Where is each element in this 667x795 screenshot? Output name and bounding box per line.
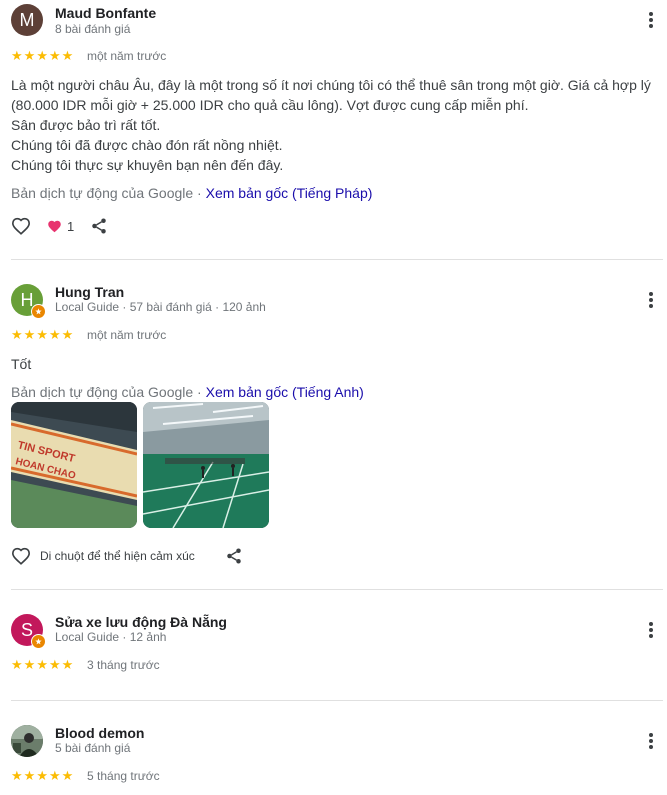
star-icon: ★ <box>36 327 48 342</box>
avatar[interactable]: H <box>11 284 46 319</box>
star-icon: ★ <box>61 327 74 342</box>
star-icon: ★ <box>48 327 61 342</box>
star-icon: ★ <box>48 48 61 63</box>
share-icon[interactable] <box>225 547 243 565</box>
review-text-line: Sân được bảo trì rất tốt. <box>11 117 161 133</box>
share-icon[interactable] <box>90 217 108 235</box>
star-rating: ★ ★ ★ ★ ★ <box>11 658 73 671</box>
more-options-button[interactable] <box>640 9 662 31</box>
review-photo-court[interactable] <box>143 402 269 528</box>
translation-note: Bản dịch tự động của Google · Xem bản gố… <box>11 384 364 400</box>
star-rating: ★ ★ ★ ★ ★ <box>11 328 73 341</box>
star-icon: ★ <box>61 768 74 783</box>
heart-reaction-icon[interactable] <box>47 219 62 233</box>
star-icon: ★ <box>23 657 36 672</box>
avatar[interactable]: S <box>11 614 46 649</box>
review-time: một năm trước <box>87 49 167 63</box>
star-icon: ★ <box>36 657 48 672</box>
review-text-line: Chúng tôi đã được chào đón rất nồng nhiệ… <box>11 137 283 153</box>
more-vert-icon <box>649 622 653 638</box>
avatar-initial: M <box>19 9 35 30</box>
local-guide-badge-icon <box>31 304 46 319</box>
star-icon: ★ <box>23 48 36 63</box>
star-icon: ★ <box>11 768 23 783</box>
action-bar: Di chuột để thể hiện cảm xúc <box>11 547 243 565</box>
star-rating: ★ ★ ★ ★ ★ <box>11 49 73 62</box>
more-options-button[interactable] <box>640 289 662 311</box>
view-original-link[interactable]: Xem bản gốc (Tiếng Anh) <box>206 384 364 400</box>
reviewer-meta: Local Guide · 12 ảnh <box>55 630 167 644</box>
reaction-count: 1 <box>67 218 75 234</box>
photo-avatar <box>11 725 43 757</box>
divider <box>11 700 663 701</box>
star-rating: ★ ★ ★ ★ ★ <box>11 769 73 782</box>
local-guide-badge-icon <box>31 634 46 649</box>
review-body: Là một người châu Âu, đây là một trong s… <box>11 75 661 175</box>
reviewer-meta: 5 bài đánh giá <box>55 741 131 755</box>
translation-label: Bản dịch tự động của Google · <box>11 185 206 201</box>
divider <box>11 589 663 590</box>
reviewer-name[interactable]: Sửa xe lưu động Đà Nẵng <box>55 614 227 630</box>
reviewer-meta: 8 bài đánh giá <box>55 22 131 36</box>
review-time: một năm trước <box>87 328 167 342</box>
more-vert-icon <box>649 12 653 28</box>
star-icon: ★ <box>36 768 48 783</box>
heart-outline-icon[interactable] <box>11 217 31 235</box>
review-text-line: Chúng tôi thực sự khuyên bạn nên đến đây… <box>11 157 284 173</box>
star-icon: ★ <box>36 48 48 63</box>
review-text-line: Là một người châu Âu, đây là một trong s… <box>11 77 651 113</box>
reaction-hint: Di chuột để thể hiện cảm xúc <box>40 549 195 563</box>
divider <box>11 259 663 260</box>
translation-note: Bản dịch tự động của Google · Xem bản gố… <box>11 185 372 201</box>
translation-label: Bản dịch tự động của Google · <box>11 384 206 400</box>
more-options-button[interactable] <box>640 730 662 752</box>
more-vert-icon <box>649 292 653 308</box>
reviewer-name[interactable]: Blood demon <box>55 725 144 741</box>
reviewer-meta: Local Guide · 57 bài đánh giá · 120 ảnh <box>55 300 266 314</box>
avatar[interactable] <box>11 725 43 757</box>
review-body: Tốt <box>11 354 661 374</box>
avatar[interactable]: M <box>11 4 43 36</box>
star-icon: ★ <box>61 48 74 63</box>
reviewer-name[interactable]: Maud Bonfante <box>55 5 156 21</box>
more-options-button[interactable] <box>640 619 662 641</box>
star-icon: ★ <box>11 657 23 672</box>
review-photo-banner[interactable]: TIN SPORT HOAN CHAO <box>11 402 137 528</box>
action-bar: 1 <box>11 217 108 235</box>
review-time: 3 tháng trước <box>87 658 160 672</box>
star-icon: ★ <box>48 768 61 783</box>
review-text-line: Tốt <box>11 356 32 372</box>
star-icon: ★ <box>23 327 36 342</box>
star-icon: ★ <box>23 768 36 783</box>
heart-outline-icon[interactable] <box>11 547 31 565</box>
reviewer-name[interactable]: Hung Tran <box>55 284 124 300</box>
star-icon: ★ <box>11 48 23 63</box>
star-icon: ★ <box>61 657 74 672</box>
view-original-link[interactable]: Xem bản gốc (Tiếng Pháp) <box>206 185 373 201</box>
review-time: 5 tháng trước <box>87 769 160 783</box>
star-icon: ★ <box>11 327 23 342</box>
star-icon: ★ <box>48 657 61 672</box>
more-vert-icon <box>649 733 653 749</box>
